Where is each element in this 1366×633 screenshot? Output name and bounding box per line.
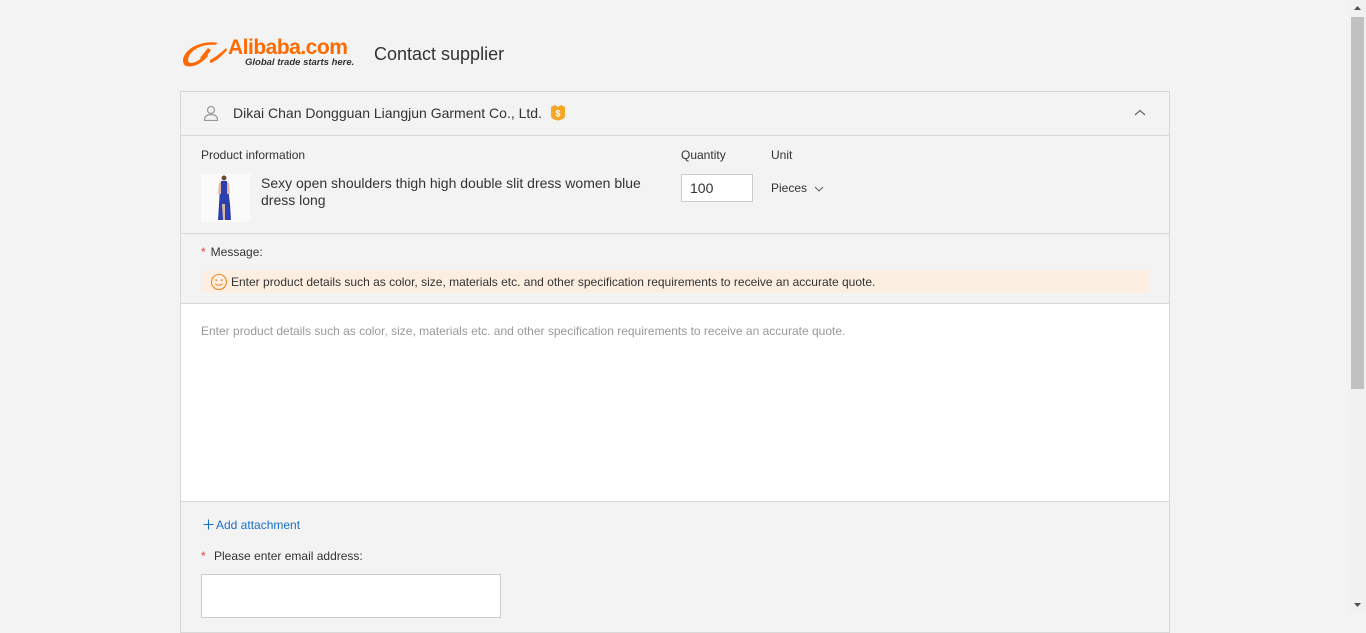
smiley-icon (210, 273, 228, 291)
product-thumbnail[interactable] (201, 174, 250, 222)
add-attachment-label: Add attachment (216, 518, 301, 532)
unit-label: Unit (771, 148, 793, 162)
header: Alibaba.com Global trade starts here. Co… (180, 36, 1170, 72)
message-tip: Enter product details such as color, siz… (201, 271, 1149, 293)
page-title: Contact supplier (374, 44, 505, 64)
add-attachment-link[interactable]: Add attachment (203, 518, 300, 532)
quantity-input[interactable] (681, 174, 753, 202)
unit-value: Pieces (771, 181, 808, 195)
alibaba-logo[interactable]: Alibaba.com Global trade starts here. (180, 36, 364, 70)
message-tip-text: Enter product details such as color, siz… (231, 275, 876, 289)
logo-tagline: Global trade starts here. (245, 57, 355, 68)
unit-select[interactable]: Pieces (771, 181, 824, 195)
supplier-name: Dikai Chan Dongguan Liangjun Garment Co.… (233, 105, 542, 121)
message-textarea[interactable] (181, 303, 1169, 502)
quantity-label: Quantity (681, 148, 726, 162)
email-label: * Please enter email address: (201, 549, 363, 563)
alibaba-logo-icon (183, 42, 227, 67)
required-mark: * (201, 245, 206, 259)
chevron-down-icon (814, 186, 824, 192)
dress-image (201, 174, 250, 222)
vertical-scrollbar[interactable] (1349, 0, 1366, 613)
email-label-text: Please enter email address: (214, 549, 363, 563)
scrollbar-thumb[interactable] (1351, 17, 1364, 389)
scroll-down-arrow-icon[interactable] (1349, 597, 1366, 613)
message-label: * Message: (201, 245, 263, 259)
product-info-label: Product information (201, 148, 306, 162)
message-label-text: Message: (210, 245, 263, 259)
scroll-up-arrow-icon[interactable] (1349, 0, 1366, 16)
svg-text:$: $ (555, 109, 560, 119)
gold-supplier-icon: $ (551, 105, 565, 121)
product-name: Sexy open shoulders thigh high double sl… (261, 175, 641, 208)
chevron-up-icon[interactable] (1134, 108, 1146, 118)
required-mark: * (201, 549, 206, 563)
supplier-header[interactable]: Dikai Chan Dongguan Liangjun Garment Co.… (181, 92, 1169, 136)
inquiry-form-card: Dikai Chan Dongguan Liangjun Garment Co.… (180, 91, 1170, 633)
email-input[interactable] (201, 574, 501, 618)
plus-icon (203, 519, 214, 530)
product-info-section: Product information Quantity Unit Sexy o… (181, 136, 1169, 234)
user-icon (203, 105, 219, 121)
